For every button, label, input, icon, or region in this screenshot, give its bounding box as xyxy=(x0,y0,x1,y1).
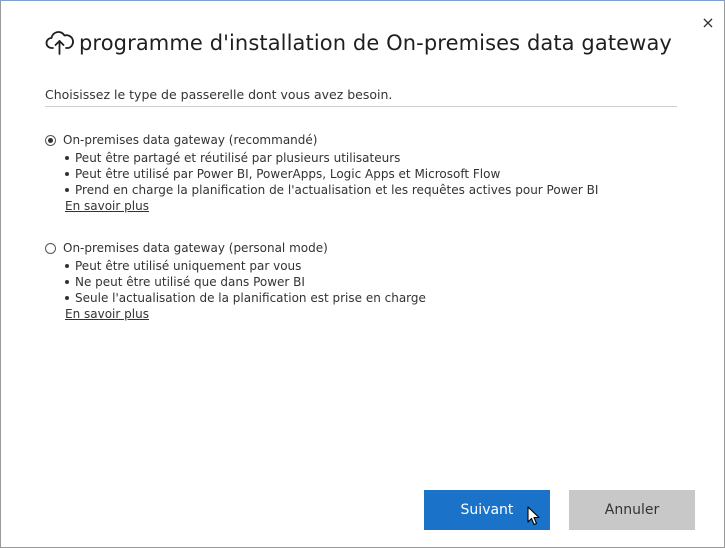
option-label: On-premises data gateway (recommandé) xyxy=(63,133,318,147)
bullet-icon xyxy=(65,172,69,176)
feature-text: Peut être utilisé par Power BI, PowerApp… xyxy=(75,167,501,181)
radio-standard-gateway[interactable]: On-premises data gateway (recommandé) xyxy=(45,132,598,148)
feature-text: Peut être partagé et réutilisé par plusi… xyxy=(75,151,401,165)
cancel-button[interactable]: Annuler xyxy=(569,490,695,530)
mouse-cursor-icon xyxy=(527,506,541,526)
list-item: Prend en charge la planification de l'ac… xyxy=(65,182,598,198)
option-standard-gateway: On-premises data gateway (recommandé) Pe… xyxy=(45,132,598,214)
bullet-icon xyxy=(65,280,69,284)
list-item: Ne peut être utilisé que dans Power BI xyxy=(65,274,426,290)
feature-text: Peut être utilisé uniquement par vous xyxy=(75,259,302,273)
cloud-upload-icon xyxy=(45,29,75,57)
bullet-icon xyxy=(65,188,69,192)
installer-dialog: × programme d'installation de On-premise… xyxy=(0,0,725,548)
learn-more-link[interactable]: En savoir plus xyxy=(65,198,149,214)
divider xyxy=(45,106,677,107)
title-bar: programme d'installation de On-premises … xyxy=(45,29,672,57)
feature-list: Peut être partagé et réutilisé par plusi… xyxy=(45,150,598,198)
feature-text: Prend en charge la planification de l'ac… xyxy=(75,183,599,197)
feature-text: Seule l'actualisation de la planificatio… xyxy=(75,291,426,305)
bullet-icon xyxy=(65,264,69,268)
list-item: Peut être utilisé par Power BI, PowerApp… xyxy=(65,166,598,182)
list-item: Seule l'actualisation de la planificatio… xyxy=(65,290,426,306)
bullet-icon xyxy=(65,156,69,160)
feature-text: Ne peut être utilisé que dans Power BI xyxy=(75,275,305,289)
option-personal-gateway: On-premises data gateway (personal mode)… xyxy=(45,240,426,322)
close-button[interactable]: × xyxy=(700,15,716,31)
radio-button-selected[interactable] xyxy=(45,134,56,146)
learn-more-link[interactable]: En savoir plus xyxy=(65,306,149,322)
list-item: Peut être utilisé uniquement par vous xyxy=(65,258,426,274)
radio-dot xyxy=(48,137,53,143)
dialog-subtitle: Choisissez le type de passerelle dont vo… xyxy=(45,87,393,102)
close-icon: × xyxy=(701,13,715,32)
feature-list: Peut être utilisé uniquement par vous Ne… xyxy=(45,258,426,306)
dialog-title: programme d'installation de On-premises … xyxy=(79,31,672,55)
list-item: Peut être partagé et réutilisé par plusi… xyxy=(65,150,598,166)
radio-button-unselected[interactable] xyxy=(45,242,56,254)
radio-personal-gateway[interactable]: On-premises data gateway (personal mode) xyxy=(45,240,426,256)
option-label: On-premises data gateway (personal mode) xyxy=(63,241,328,255)
bullet-icon xyxy=(65,296,69,300)
